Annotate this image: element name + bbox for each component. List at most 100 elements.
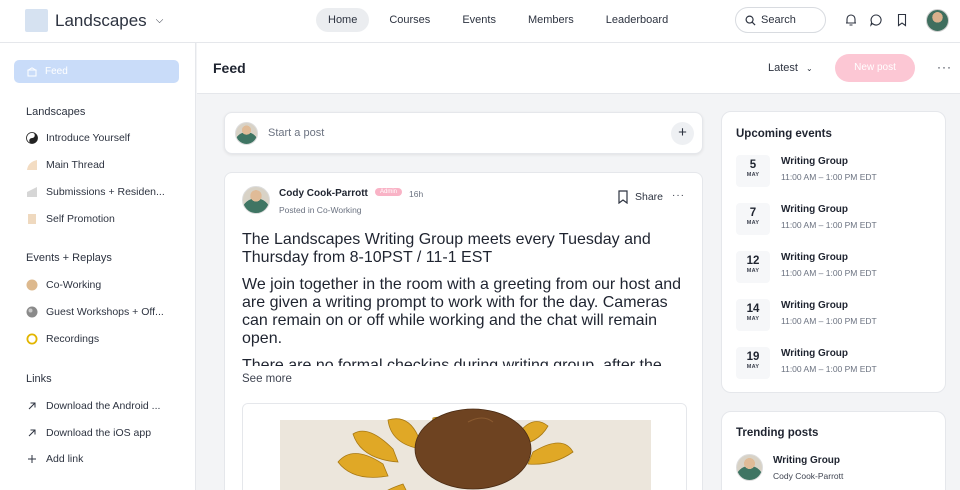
sidebar-item-label: Feed (45, 66, 68, 77)
sidebar-item-self-promotion[interactable]: Self Promotion (26, 213, 176, 225)
note-icon (28, 214, 36, 224)
event-item[interactable]: 14 MAY Writing Group 11:00 AM – 1:00 PM E… (736, 299, 936, 331)
sidebar-item-recordings[interactable]: Recordings (26, 333, 176, 345)
sidebar-item-label: Guest Workshops + Off... (46, 306, 164, 318)
section-title-links[interactable]: Links (26, 373, 52, 385)
post-space[interactable]: Posted in Co-Working (279, 205, 362, 215)
nav-members[interactable]: Members (516, 8, 586, 32)
sort-dropdown[interactable]: Latest ⌄ (768, 62, 813, 74)
sidebar-item-guest-workshops[interactable]: Guest Workshops + Off... (26, 306, 176, 318)
event-date: 7 MAY (736, 203, 770, 235)
page-title: Feed (213, 60, 246, 76)
add-link-button[interactable]: Add link (26, 453, 176, 465)
see-more-link[interactable]: See more (242, 373, 292, 385)
arrow-up-right-icon (28, 429, 36, 437)
event-time: 11:00 AM – 1:00 PM EDT (781, 220, 877, 230)
sidebar-link-android[interactable]: Download the Android ... (26, 400, 176, 412)
bookmark-icon[interactable] (617, 190, 629, 204)
community-name: Landscapes (55, 10, 147, 30)
section-title-landscapes[interactable]: Landscapes (26, 106, 85, 118)
avatar (736, 454, 763, 481)
avatar (235, 122, 258, 145)
add-attachment-button[interactable]: + (671, 122, 694, 145)
sidebar-item-label: Co-Working (46, 279, 102, 291)
bookmark-icon[interactable] (895, 13, 909, 27)
sidebar-item-label: Submissions + Residen... (46, 186, 165, 198)
event-name: Writing Group (781, 156, 849, 167)
post-image[interactable] (242, 403, 687, 490)
event-time: 11:00 AM – 1:00 PM EDT (781, 268, 877, 278)
post-composer[interactable]: Start a post + (224, 112, 703, 154)
upcoming-events-card: Upcoming events 5 MAY Writing Group 11:00… (721, 111, 946, 393)
sunflower-quilt-image (243, 404, 686, 490)
event-month: MAY (746, 268, 760, 274)
paper-icon (27, 160, 37, 170)
ring-icon (26, 333, 38, 345)
nav-home[interactable]: Home (316, 8, 370, 32)
search-label: Search (761, 14, 796, 26)
main-nav: Home Courses Events Members Leaderboard (316, 8, 688, 32)
admin-badge: Admin (375, 188, 403, 196)
event-time: 11:00 AM – 1:00 PM EDT (781, 364, 877, 374)
event-item[interactable]: 12 MAY Writing Group 11:00 AM – 1:00 PM E… (736, 251, 936, 283)
sidebar-item-introduce-yourself[interactable]: Introduce Yourself (26, 132, 176, 144)
top-bar: Landscapes ⌵ Home Courses Events Members… (0, 0, 960, 43)
bell-icon[interactable] (844, 13, 858, 27)
nav-events[interactable]: Events (450, 8, 508, 32)
home-icon (27, 66, 37, 76)
trending-post-title[interactable]: Writing Group (773, 455, 840, 466)
event-name: Writing Group (781, 252, 849, 263)
event-month: MAY (746, 172, 760, 178)
sidebar-item-label: Self Promotion (46, 213, 115, 225)
event-month: MAY (746, 364, 760, 370)
event-item[interactable]: 7 MAY Writing Group 11:00 AM – 1:00 PM ED… (736, 203, 936, 235)
composer-placeholder[interactable]: Start a post (268, 127, 324, 139)
event-day: 12 (746, 255, 760, 267)
event-date: 19 MAY (736, 347, 770, 379)
trending-posts-card: Trending posts Writing Group Cody Cook-P… (721, 411, 946, 490)
sidebar: Feed Landscapes Introduce Yourself Main … (0, 43, 196, 490)
sidebar-item-label: Download the Android ... (46, 400, 161, 412)
nav-courses[interactable]: Courses (377, 8, 442, 32)
nav-leaderboard[interactable]: Leaderboard (594, 8, 680, 32)
avatar[interactable] (242, 186, 270, 214)
section-title-events-replays[interactable]: Events + Replays (26, 252, 112, 264)
arrow-up-right-icon (28, 402, 36, 410)
new-post-button[interactable]: New post (835, 54, 915, 82)
event-time: 11:00 AM – 1:00 PM EDT (781, 172, 877, 182)
sidebar-link-ios[interactable]: Download the iOS app (26, 427, 176, 439)
layers-icon (27, 187, 37, 197)
community-switcher[interactable]: Landscapes ⌵ (25, 9, 163, 32)
event-time: 11:00 AM – 1:00 PM EDT (781, 316, 877, 326)
sidebar-item-label: Recordings (46, 333, 100, 345)
search-button[interactable]: Search (735, 7, 826, 33)
more-options-icon[interactable]: ··· (937, 60, 952, 74)
post-body: The Landscapes Writing Group meets every… (242, 231, 692, 366)
event-item[interactable]: 5 MAY Writing Group 11:00 AM – 1:00 PM ED… (736, 155, 936, 187)
event-item[interactable]: 19 MAY Writing Group 11:00 AM – 1:00 PM E… (736, 347, 936, 379)
event-name: Writing Group (781, 204, 849, 215)
feed-header: Feed Latest ⌄ New post ··· (197, 43, 960, 94)
event-day: 19 (746, 351, 760, 363)
post-paragraph: The Landscapes Writing Group meets every… (242, 231, 651, 266)
user-avatar[interactable] (926, 9, 949, 32)
trending-post-author: Cody Cook-Parrott (773, 471, 844, 481)
sidebar-item-submissions[interactable]: Submissions + Residen... (26, 186, 176, 198)
post-card: Cody Cook-Parrott Admin 16h Posted in Co… (224, 172, 703, 490)
sidebar-item-main-thread[interactable]: Main Thread (26, 159, 176, 171)
event-date: 14 MAY (736, 299, 770, 331)
yin-yang-icon (26, 132, 38, 144)
chat-icon[interactable] (869, 13, 883, 27)
chevron-down-icon: ⌄ (806, 64, 813, 73)
post-author[interactable]: Cody Cook-Parrott (279, 188, 368, 199)
more-options-icon[interactable]: ··· (672, 190, 685, 201)
post-timestamp[interactable]: 16h (409, 189, 423, 199)
share-button[interactable]: Share (635, 191, 663, 203)
event-date: 12 MAY (736, 251, 770, 283)
event-month: MAY (746, 316, 760, 322)
sidebar-item-co-working[interactable]: Co-Working (26, 279, 176, 291)
sidebar-item-feed[interactable]: Feed (14, 60, 179, 83)
event-day: 7 (749, 207, 757, 219)
post-paragraph: We join together in the room with a gree… (242, 276, 682, 347)
event-day: 5 (749, 159, 757, 171)
